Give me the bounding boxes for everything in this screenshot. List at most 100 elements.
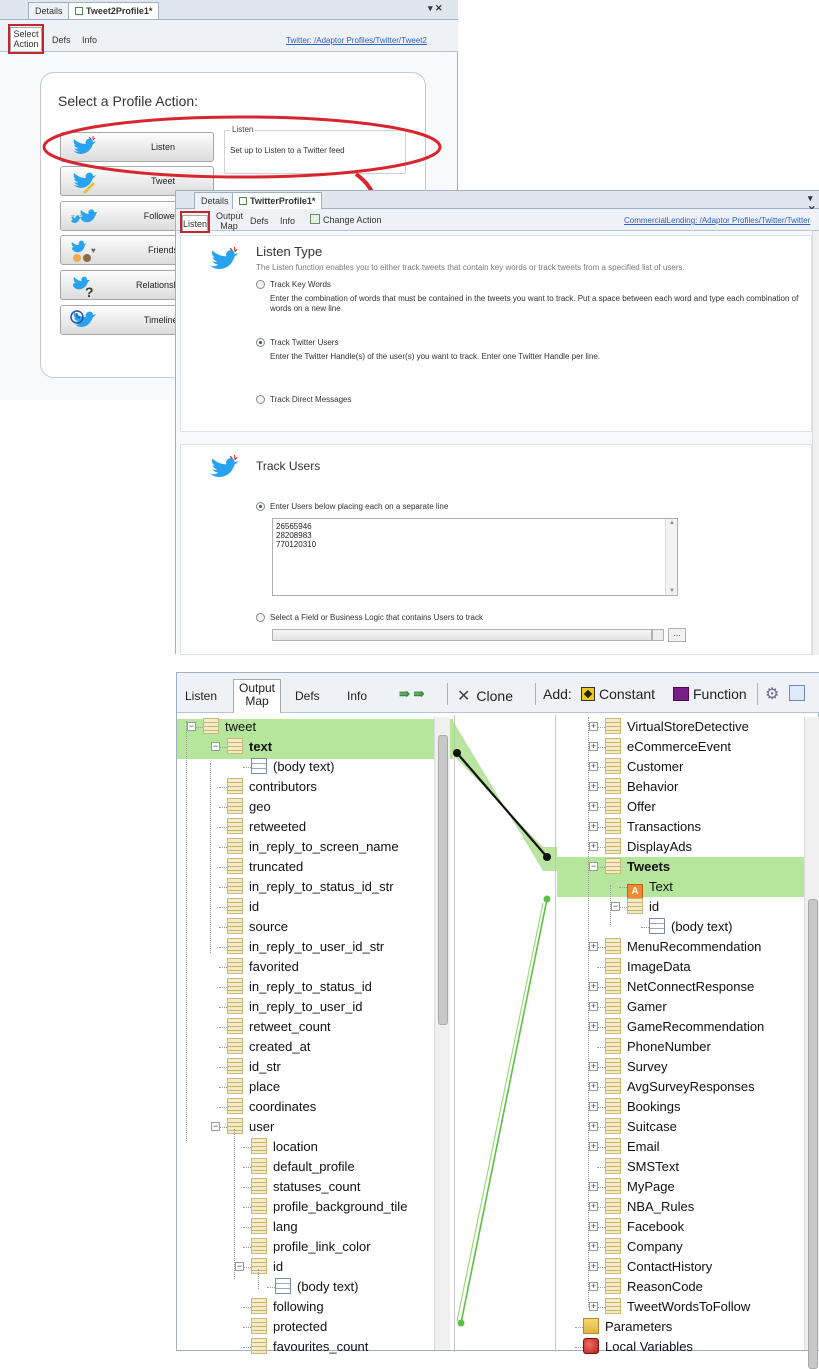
source-tree-item[interactable]: profile_background_tile [251,1197,407,1217]
source-tree-item[interactable]: location [251,1137,318,1157]
source-tree-item[interactable]: created_at [227,1037,310,1057]
track-direct-messages-radio[interactable] [256,395,265,404]
target-tree-item[interactable]: DisplayAds [605,837,692,857]
target-tree-item[interactable]: NetConnectResponse [605,977,754,997]
source-tree-item[interactable]: retweeted [227,817,306,837]
tab-twitterprofile1[interactable]: TwitterProfile1* [232,192,323,209]
source-tree-item[interactable]: source [227,917,288,937]
target-tree-item[interactable]: MyPage [605,1177,675,1197]
textarea-scrollbar[interactable]: ▲ ▼ [665,519,677,595]
source-tree-item[interactable]: in_reply_to_screen_name [227,837,399,857]
change-action-button[interactable]: Change Action [310,214,382,225]
source-tree-item[interactable]: in_reply_to_status_id_str [227,877,394,897]
target-tree-item[interactable]: Tweets [605,857,670,877]
enter-users-label[interactable]: Enter Users below placing each on a sepa… [270,502,448,511]
target-tree-item[interactable]: eCommerceEvent [605,737,731,757]
source-tree-item[interactable]: favourites_count [251,1337,368,1357]
map-arrows-icon[interactable]: ⇛ ⇛ [399,686,424,702]
track-twitter-users-label[interactable]: Track Twitter Users [270,338,338,347]
target-tree-item[interactable]: Offer [605,797,656,817]
source-tree-item[interactable]: tweet [203,717,256,737]
tab-info[interactable]: Info [280,216,295,226]
source-tree-item[interactable]: in_reply_to_user_id_str [227,937,384,957]
field-selector-input[interactable] [272,629,652,641]
source-tree-item[interactable]: (body text) [275,1277,358,1297]
track-twitter-users-radio[interactable] [256,338,265,347]
target-tree-item[interactable]: Facebook [605,1217,684,1237]
tab-defs[interactable]: Defs [295,689,320,703]
mapping-line-id [456,902,544,1322]
select-field-radio[interactable] [256,613,265,622]
target-tree-item[interactable]: TweetWordsToFollow [605,1297,750,1317]
add-function-button[interactable]: Function [673,686,747,702]
settings-icon[interactable]: ⚙ [765,684,779,704]
source-tree-item[interactable]: id [227,897,259,917]
track-key-words-label[interactable]: Track Key Words [270,280,331,289]
target-tree-item[interactable]: Suitcase [605,1117,677,1137]
add-constant-button[interactable]: Constant [581,686,655,702]
map-view-icon[interactable] [789,685,805,701]
target-tree-item[interactable]: NBA_Rules [605,1197,694,1217]
browse-button[interactable]: ... [668,628,686,642]
target-tree-item[interactable]: A Text [627,877,673,900]
target-tree-item[interactable]: AvgSurveyResponses [605,1077,755,1097]
window-scrollbar[interactable] [812,231,819,655]
track-direct-messages-label[interactable]: Track Direct Messages [270,395,352,404]
source-tree-item[interactable]: lang [251,1217,298,1237]
source-tree-item[interactable]: geo [227,797,271,817]
target-tree-item[interactable]: Survey [605,1057,667,1077]
source-tree-item[interactable]: retweet_count [227,1017,331,1037]
target-scrollbar[interactable] [804,717,819,1369]
source-tree-item[interactable]: in_reply_to_user_id [227,997,362,1017]
target-tree-item[interactable]: Company [605,1237,683,1257]
target-tree-item[interactable]: PhoneNumber [605,1037,711,1057]
target-tree-item[interactable]: SMSText [605,1157,679,1177]
source-tree-item[interactable]: coordinates [227,1097,316,1117]
target-tree-item[interactable]: ContactHistory [605,1257,712,1277]
source-tree-item[interactable]: place [227,1077,280,1097]
tab-listen[interactable]: Listen [185,689,217,703]
target-tree-item[interactable]: Transactions [605,817,701,837]
target-tree-item[interactable]: Local Variables [583,1337,693,1357]
users-textarea[interactable]: 26565946 28208983 770120310 ▲ ▼ [272,518,678,596]
source-tree-item[interactable]: following [251,1297,324,1317]
target-tree-item[interactable]: ImageData [605,957,691,977]
target-tree-item[interactable]: Parameters [583,1317,672,1337]
node-icon [605,1258,621,1274]
source-tree-item[interactable]: in_reply_to_status_id [227,977,372,997]
source-tree-item[interactable]: statuses_count [251,1177,360,1197]
change-action-icon [310,214,320,224]
source-tree-item[interactable]: default_profile [251,1157,355,1177]
scroll-thumb[interactable] [808,899,818,1369]
tab-defs[interactable]: Defs [250,216,269,226]
target-tree-item[interactable]: Gamer [605,997,667,1017]
source-tree-item[interactable]: (body text) [251,757,334,777]
target-tree-item[interactable]: Behavior [605,777,678,797]
target-tree-item[interactable]: Customer [605,757,683,777]
target-tree-item[interactable]: VirtualStoreDetective [605,717,749,737]
source-tree-item[interactable]: truncated [227,857,303,877]
source-tree-item[interactable]: profile_link_color [251,1237,371,1257]
select-field-label[interactable]: Select a Field or Business Logic that co… [270,613,483,622]
target-tree-item[interactable]: Bookings [605,1097,680,1117]
target-tree-item[interactable]: GameRecommendation [605,1017,764,1037]
profile-path-link[interactable]: CommercialLending: /Adaptor Profiles/Twi… [624,216,819,225]
source-tree-item[interactable]: id_str [227,1057,281,1077]
clone-button[interactable]: ✕ Clone [457,686,513,706]
tab-output-map[interactable]: Output Map [216,211,243,231]
target-tree-item[interactable]: Email [605,1137,660,1157]
enter-users-radio[interactable] [256,502,265,511]
target-tree-item[interactable]: (body text) [649,917,732,937]
source-tree-item[interactable]: text [227,737,272,757]
source-tree-item[interactable]: protected [251,1317,327,1337]
track-key-words-radio[interactable] [256,280,265,289]
tab-details[interactable]: Details [194,192,236,209]
target-tree-item[interactable]: id [627,897,659,917]
source-tree-item[interactable]: contributors [227,777,317,797]
source-tree-item[interactable]: favorited [227,957,299,977]
target-tree-item[interactable]: ReasonCode [605,1277,703,1297]
tab-info[interactable]: Info [347,689,367,703]
target-tree-item[interactable]: MenuRecommendation [605,937,761,957]
field-selector-dropdown[interactable] [652,629,664,641]
source-tree-item[interactable]: id [251,1257,283,1277]
